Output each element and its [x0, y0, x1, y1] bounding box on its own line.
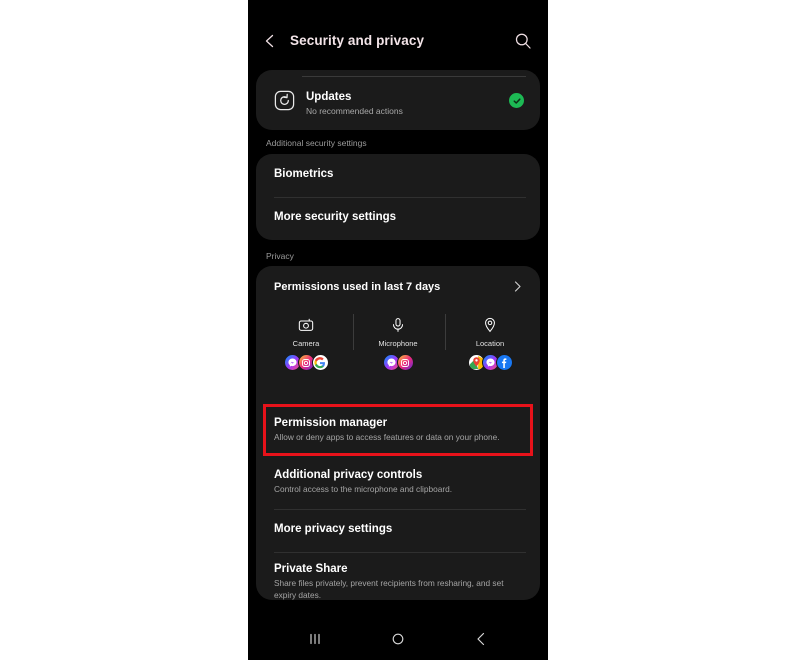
- app-icon-instagram: [396, 354, 414, 371]
- app-icon-row: [354, 354, 442, 371]
- row-biometrics[interactable]: Biometrics: [256, 154, 540, 197]
- updates-title: Updates: [306, 91, 352, 103]
- row-private-share[interactable]: Private Share Share files privately, pre…: [256, 552, 540, 612]
- camera-icon: [262, 314, 350, 336]
- location-pin-icon: [446, 314, 534, 336]
- row-subtitle: Allow or deny apps to access features or…: [274, 432, 500, 442]
- row-subtitle: Share files privately, prevent recipient…: [274, 578, 504, 600]
- updates-subtitle: No recommended actions: [306, 106, 403, 116]
- row-subtitle: Control access to the microphone and cli…: [274, 484, 453, 494]
- phone-screen: Security and privacy Updates No recommen…: [248, 0, 548, 660]
- permission-column-microphone[interactable]: Microphone: [354, 312, 442, 378]
- divider: [302, 76, 526, 77]
- row-title: Permission manager: [274, 417, 388, 429]
- back-icon[interactable]: [470, 628, 492, 650]
- chevron-right-icon[interactable]: [511, 280, 524, 293]
- row-title: Biometrics: [274, 168, 334, 180]
- recents-icon[interactable]: [304, 628, 326, 650]
- permissions-used-header[interactable]: Permissions used in last 7 days: [256, 266, 540, 309]
- updates-refresh-icon: [274, 90, 295, 111]
- microphone-icon: [354, 314, 442, 336]
- screenshot-canvas: Security and privacy Updates No recommen…: [0, 0, 800, 660]
- app-icon-row: [262, 354, 350, 371]
- row-permission-manager[interactable]: Permission manager Allow or deny apps to…: [256, 406, 540, 458]
- app-icon-facebook: [495, 354, 513, 371]
- page-title: Security and privacy: [290, 33, 425, 48]
- section-label-privacy: Privacy: [266, 251, 294, 261]
- section-label-additional-security: Additional security settings: [266, 138, 367, 148]
- search-icon[interactable]: [514, 32, 532, 50]
- permission-label: Microphone: [378, 339, 418, 348]
- permission-label: Location: [475, 339, 505, 348]
- system-navigation-bar: [248, 618, 548, 660]
- permissions-used-title: Permissions used in last 7 days: [274, 281, 441, 293]
- permission-label: Camera: [292, 339, 320, 348]
- app-header: Security and privacy: [248, 0, 548, 70]
- row-title: Private Share: [274, 563, 348, 575]
- app-icon-google: [311, 354, 329, 371]
- row-more-privacy-settings[interactable]: More privacy settings: [256, 509, 540, 552]
- row-title: More privacy settings: [274, 523, 393, 535]
- home-icon[interactable]: [387, 628, 409, 650]
- security-settings-card: Biometrics More security settings: [256, 154, 540, 240]
- permission-columns: Camera Microphone Location: [256, 312, 540, 378]
- permission-column-location[interactable]: Location: [446, 312, 534, 378]
- row-more-security-settings[interactable]: More security settings: [256, 197, 540, 240]
- row-additional-privacy-controls[interactable]: Additional privacy controls Control acce…: [256, 458, 540, 509]
- back-chevron-icon[interactable]: [262, 33, 278, 49]
- permission-column-camera[interactable]: Camera: [262, 312, 350, 378]
- app-icon-row: [446, 354, 534, 371]
- privacy-settings-card: Permissions used in last 7 days Camera M…: [256, 266, 540, 600]
- green-check-badge: [509, 93, 524, 108]
- row-title: Additional privacy controls: [274, 469, 423, 481]
- row-title: More security settings: [274, 211, 397, 223]
- updates-card[interactable]: Updates No recommended actions: [256, 70, 540, 130]
